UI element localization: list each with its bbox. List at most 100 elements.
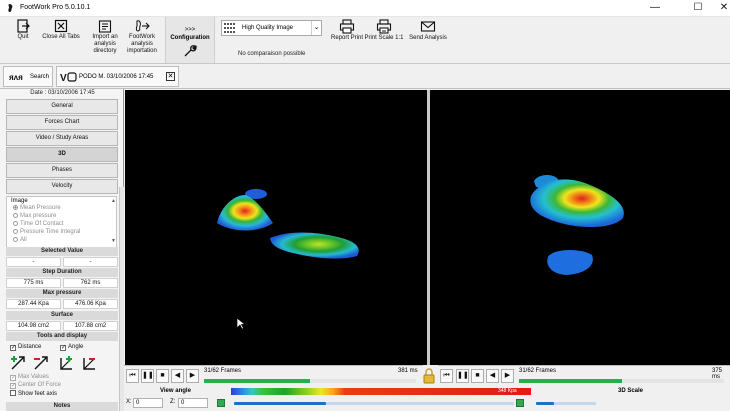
- pressure-scale-max: 348 Kpa: [498, 388, 517, 394]
- import-label-3: directory: [93, 48, 117, 54]
- footwork-import-icon: [135, 20, 150, 32]
- right-prev-frame-button[interactable]: ◀: [486, 369, 499, 383]
- scroll-down-icon[interactable]: ▼: [111, 238, 116, 244]
- remove-angle-icon[interactable]: [81, 355, 97, 371]
- print-scale-button[interactable]: Print Scale 1:1: [364, 19, 404, 42]
- right-forefoot-region: [530, 179, 624, 228]
- left-stop-button[interactable]: ■: [156, 369, 169, 383]
- tab-search[interactable]: ᴙᴧᴙ Search: [3, 66, 53, 87]
- no-comparison-text: No comparaison possible: [238, 51, 306, 57]
- print-scale-label: Print Scale 1:1: [364, 35, 404, 41]
- tab-bar: ᴙᴧᴙ Search V PODO M. 03/10/2006 17:45 ✕: [0, 64, 730, 89]
- max-pressure-header: Max pressure: [6, 289, 118, 298]
- pressure-color-scale: [231, 388, 531, 395]
- tools-display-header: Tools and display: [6, 332, 118, 341]
- view-angle-label: View angle: [160, 388, 191, 394]
- right-frames-counter: 31/62 Frames: [519, 368, 557, 374]
- footwork-app-icon: [8, 4, 13, 12]
- left-pause-button[interactable]: ❚❚: [141, 369, 154, 383]
- step-duration-left: 775 ms: [6, 278, 61, 288]
- left-forefoot-region: [217, 194, 273, 231]
- x-angle-input[interactable]: 0: [133, 398, 163, 408]
- config-arrows: >>>: [184, 27, 196, 33]
- fw-import-label-3: importation: [127, 48, 157, 54]
- tab-patient-label: PODO M. 03/10/2006 17:45: [79, 74, 154, 80]
- radio-max-pressure[interactable]: Max pressure: [13, 213, 56, 219]
- right-pause-button[interactable]: ❚❚: [456, 369, 469, 383]
- max-pressure-right: 476.06 Kpa: [63, 299, 118, 309]
- distance-checkbox[interactable]: ✓ Distance: [10, 344, 41, 351]
- radio-time-of-contact[interactable]: Time Of Contact: [13, 221, 63, 227]
- close-tabs-icon: [54, 19, 68, 33]
- section-phases[interactable]: Phases: [6, 163, 118, 178]
- left-frames-counter: 31/62 Frames: [204, 368, 242, 374]
- right-frame-progress[interactable]: [519, 379, 724, 383]
- max-values-checkbox[interactable]: ✓ Max Values: [10, 374, 49, 381]
- quit-button[interactable]: Quit: [12, 19, 34, 41]
- left-prev-frame-button[interactable]: ◀: [171, 369, 184, 383]
- scroll-up-icon[interactable]: ▲: [111, 198, 116, 204]
- section-velocity[interactable]: Velocity: [6, 179, 118, 194]
- view-angle-slider-fill: [234, 402, 327, 405]
- right-stop-button[interactable]: ■: [471, 369, 484, 383]
- show-feet-axis-checkbox[interactable]: Show feet axis: [10, 390, 57, 397]
- quit-label: Quit: [17, 34, 29, 40]
- left-time-ms: 381 ms: [398, 368, 418, 374]
- 3d-scale-label: 3D Scale: [618, 388, 644, 394]
- center-of-force-checkbox[interactable]: ✓ Center Of Force: [10, 382, 61, 389]
- report-print-button[interactable]: Report Print: [330, 19, 364, 42]
- right-heel-region: [547, 249, 593, 275]
- notes-header: Notes: [6, 402, 118, 411]
- add-distance-icon[interactable]: [10, 355, 26, 371]
- right-foot-3d-view[interactable]: [430, 90, 730, 365]
- tab-patient-record[interactable]: V PODO M. 03/10/2006 17:45 ✕: [56, 66, 179, 87]
- send-analysis-label: Send Analysis: [409, 35, 447, 41]
- right-first-frame-button[interactable]: ⏮: [440, 369, 453, 383]
- left-first-frame-button[interactable]: ⏮: [126, 369, 139, 383]
- send-analysis-button[interactable]: Send Analysis: [408, 19, 448, 42]
- sync-lock-icon[interactable]: [423, 368, 435, 384]
- close-all-tabs-button[interactable]: Close All Tabs: [40, 19, 82, 41]
- surface-right: 107.88 cm2: [63, 321, 118, 331]
- step-duration-header: Step Duration: [6, 268, 118, 277]
- wrench-icon: [184, 45, 197, 57]
- footwork-import-button[interactable]: FootWork analysis importation: [125, 19, 159, 55]
- import-directory-button[interactable]: Import an analysis directory: [88, 19, 122, 55]
- maximize-button[interactable]: ☐: [684, 1, 712, 15]
- radio-mean-pressure[interactable]: Mean Pressure: [13, 205, 61, 211]
- radio-all[interactable]: All: [13, 237, 27, 243]
- angle-checkbox[interactable]: ✓ Angle: [60, 344, 83, 351]
- left-frame-progress[interactable]: [204, 379, 416, 383]
- surface-header: Surface: [6, 311, 118, 320]
- step-duration-right: 762 ms: [63, 278, 118, 288]
- image-box-scrollbar[interactable]: ▲ ▼: [111, 198, 116, 246]
- configuration-button[interactable]: >>> Configuration: [165, 17, 215, 63]
- mouse-cursor-icon: [237, 318, 245, 330]
- configuration-label: Configuration: [170, 35, 210, 41]
- remove-distance-icon[interactable]: [33, 355, 49, 371]
- minimize-button[interactable]: —: [641, 1, 669, 15]
- close-tab-icon[interactable]: ✕: [166, 72, 175, 81]
- right-next-frame-button[interactable]: ▶: [501, 369, 514, 383]
- radio-pressure-time-integral[interactable]: Pressure Time Integral: [13, 229, 80, 235]
- left-playback-strip: ⏮ ❚❚ ■ ◀ ▶ 31/62 Frames 381 ms: [124, 365, 423, 387]
- right-playback-strip: ⏮ ❚❚ ■ ◀ ▶ 31/62 Frames 375 ms: [438, 365, 730, 387]
- chevron-down-icon: ⌄: [311, 21, 321, 35]
- section-video-study-areas[interactable]: Video / Study Areas: [6, 131, 118, 146]
- left-next-frame-button[interactable]: ▶: [186, 369, 199, 383]
- tab-search-label: Search: [30, 74, 50, 80]
- scale-apply-icon[interactable]: [516, 399, 524, 407]
- z-angle-input[interactable]: 0: [178, 398, 208, 408]
- add-angle-icon[interactable]: [58, 355, 74, 371]
- close-window-button[interactable]: ✕: [710, 1, 730, 15]
- image-options-title: Image: [11, 198, 28, 204]
- close-all-tabs-label: Close All Tabs: [42, 34, 80, 40]
- image-quality-value: High Quality Image: [242, 25, 294, 31]
- image-quality-select[interactable]: High Quality Image ⌄: [221, 20, 322, 36]
- section-general[interactable]: General: [6, 99, 118, 114]
- section-3d[interactable]: 3D: [6, 147, 118, 162]
- section-forces-chart[interactable]: Forces Chart: [6, 115, 118, 130]
- left-foot-3d-view[interactable]: [125, 90, 427, 365]
- view-angle-apply-icon[interactable]: [217, 399, 225, 407]
- max-pressure-left: 287.44 Kpa: [6, 299, 61, 309]
